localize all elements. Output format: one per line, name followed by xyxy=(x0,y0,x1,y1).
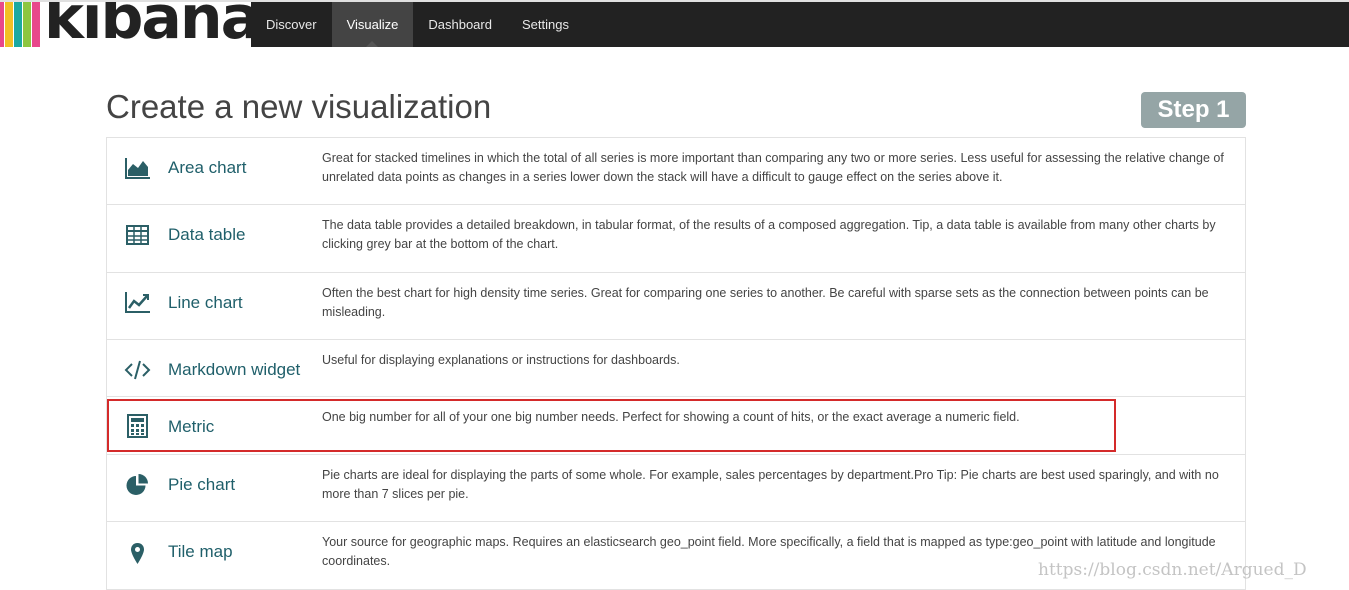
nav-dashboard[interactable]: Dashboard xyxy=(413,2,507,47)
main-nav: Discover Visualize Dashboard Settings xyxy=(251,2,584,47)
vis-type-metric[interactable]: Metric One big number for all of your on… xyxy=(107,397,1245,455)
area-chart-icon xyxy=(124,156,151,180)
logo-stripe xyxy=(14,2,22,47)
step-badge: Step 1 xyxy=(1141,92,1246,128)
nav-settings[interactable]: Settings xyxy=(507,2,584,47)
line-chart-icon xyxy=(124,290,151,314)
vis-type-label: Pie chart xyxy=(168,475,236,494)
vis-type-description: Often the best chart for high density ti… xyxy=(322,286,1209,319)
page-title: Create a new visualization xyxy=(106,88,492,125)
table-icon xyxy=(124,223,151,247)
kibana-logo[interactable]: kibana xyxy=(0,2,251,47)
top-navbar: kibana Discover Visualize Dashboard Sett… xyxy=(0,0,1349,47)
vis-type-description: One big number for all of your one big n… xyxy=(322,410,1020,424)
logo-text: kibana xyxy=(44,2,251,47)
visualization-type-list: Area chart Great for stacked timelines i… xyxy=(106,137,1246,590)
map-marker-icon xyxy=(124,542,151,566)
nav-discover[interactable]: Discover xyxy=(251,2,332,47)
vis-type-label: Metric xyxy=(168,417,215,436)
nav-visualize[interactable]: Visualize xyxy=(331,2,414,47)
vis-type-markdown-widget[interactable]: Markdown widget Useful for displaying ex… xyxy=(107,340,1245,397)
calculator-icon xyxy=(124,414,151,438)
vis-type-label: Tile map xyxy=(168,542,233,561)
watermark: https://blog.csdn.net/Argued_D xyxy=(1038,560,1307,580)
vis-type-description: Great for stacked timelines in which the… xyxy=(322,151,1224,184)
vis-type-area-chart[interactable]: Area chart Great for stacked timelines i… xyxy=(107,138,1245,205)
vis-type-description: Useful for displaying explanations or in… xyxy=(322,353,680,367)
pie-chart-icon xyxy=(124,473,151,497)
logo-stripe xyxy=(5,2,13,47)
logo-stripe xyxy=(23,2,31,47)
vis-type-label: Area chart xyxy=(168,158,247,177)
vis-type-description: Pie charts are ideal for displaying the … xyxy=(322,468,1219,501)
vis-type-pie-chart[interactable]: Pie chart Pie charts are ideal for displ… xyxy=(107,455,1245,522)
vis-type-label: Markdown widget xyxy=(168,360,301,379)
logo-stripe xyxy=(0,2,4,47)
code-icon xyxy=(124,358,151,382)
vis-type-label: Line chart xyxy=(168,293,243,312)
vis-type-line-chart[interactable]: Line chart Often the best chart for high… xyxy=(107,273,1245,340)
vis-type-description: The data table provides a detailed break… xyxy=(322,218,1216,251)
logo-stripe xyxy=(32,2,40,47)
vis-type-data-table[interactable]: Data table The data table provides a det… xyxy=(107,205,1245,273)
vis-type-label: Data table xyxy=(168,225,246,244)
